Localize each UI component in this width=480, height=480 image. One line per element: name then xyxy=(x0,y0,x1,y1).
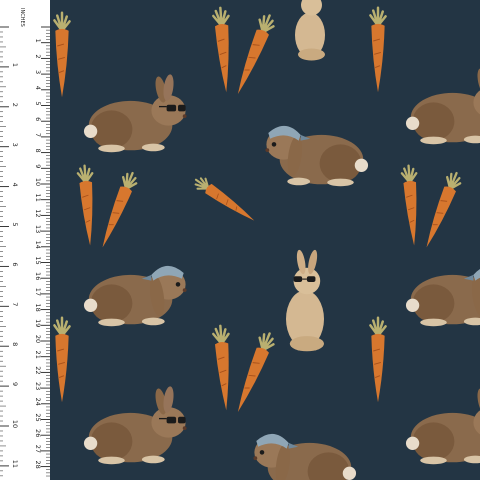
ruler-label-inch: 6 xyxy=(11,262,19,266)
ruler-label-cm: 15 xyxy=(34,256,42,264)
ruler-label-cm: 20 xyxy=(34,335,42,343)
ruler-label-cm: 14 xyxy=(34,241,42,249)
ruler-label-inch: 7 xyxy=(11,302,19,306)
ruler-label-cm: 7 xyxy=(34,133,42,137)
ruler-label-cm: 3 xyxy=(34,70,42,74)
measurement-ruler: INCHES 123456789101112131415161718192021… xyxy=(0,0,50,480)
ruler-label-cm: 12 xyxy=(34,209,42,217)
ruler-label-inch: 3 xyxy=(11,143,19,147)
ruler-label-cm: 4 xyxy=(34,86,42,90)
ruler-label-inch: 5 xyxy=(11,222,19,226)
ruler-label-cm: 6 xyxy=(34,117,42,121)
bunny-carrot-pattern xyxy=(0,0,480,480)
ruler-label-cm: 5 xyxy=(34,101,42,105)
ruler-label-cm: 27 xyxy=(34,445,42,453)
ruler-label-cm: 10 xyxy=(34,178,42,186)
ruler-label-cm: 26 xyxy=(34,429,42,437)
ruler-label-cm: 21 xyxy=(34,351,42,359)
ruler-label-inch: 11 xyxy=(11,460,19,468)
ruler-label-inch: 2 xyxy=(11,103,19,107)
ruler-label-cm: 13 xyxy=(34,225,42,233)
ruler-label-inch: 4 xyxy=(11,183,19,187)
ruler-label-cm: 25 xyxy=(34,413,42,421)
ruler-label-cm: 11 xyxy=(34,194,42,202)
ruler-label-inch: 1 xyxy=(11,63,19,67)
ruler-label-cm: 8 xyxy=(34,149,42,153)
ruler-label-cm: 23 xyxy=(34,382,42,390)
ruler-label-cm: 22 xyxy=(34,366,42,374)
ruler-label-cm: 16 xyxy=(34,272,42,280)
ruler-label-cm: 9 xyxy=(34,164,42,168)
ruler-label-inch: 8 xyxy=(11,342,19,346)
ruler-label-cm: 18 xyxy=(34,303,42,311)
ruler-label-cm: 2 xyxy=(34,54,42,58)
ruler-label-inch: 9 xyxy=(11,382,19,386)
ruler-label-cm: 28 xyxy=(34,460,42,468)
ruler-label-cm: 1 xyxy=(34,39,42,43)
fabric-swatch: INCHES 1 2 3 4 5 6 7 8 9 10 11 12 13 14 15 16 17 18 19 20 21… xyxy=(0,0,480,480)
ruler-label-cm: 24 xyxy=(34,398,42,406)
ruler-label-cm: 17 xyxy=(34,288,42,296)
ruler-label-inch: 10 xyxy=(11,420,19,428)
ruler-label-cm: 19 xyxy=(34,319,42,327)
ruler-unit-label: INCHES xyxy=(19,8,25,27)
